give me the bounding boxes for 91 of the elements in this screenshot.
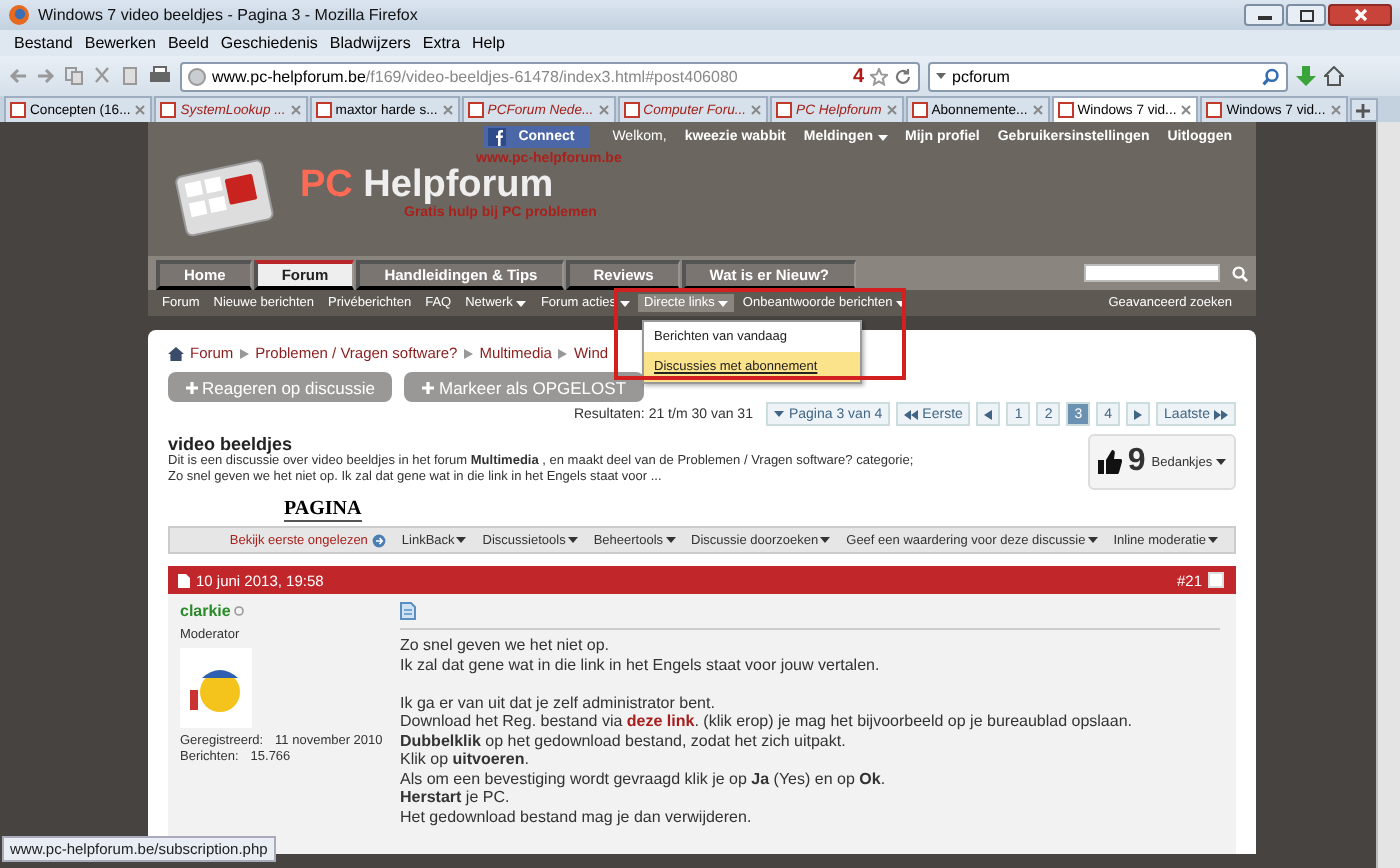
- caret-icon: [820, 536, 831, 544]
- thread-title: video beeldjes: [168, 434, 295, 454]
- plus-icon: [422, 381, 435, 393]
- menu-item[interactable]: Bestand: [8, 34, 79, 52]
- printer-icon[interactable]: [148, 66, 172, 86]
- page-icon: [1206, 102, 1223, 118]
- post-text: Herstart je PC.: [400, 788, 512, 807]
- download-icon[interactable]: [1296, 65, 1316, 87]
- page-icon: [10, 102, 26, 118]
- page-icon: [623, 102, 640, 118]
- home-icon[interactable]: [1324, 66, 1344, 86]
- next-page-button[interactable]: [1126, 402, 1151, 426]
- counter-text: 4: [852, 65, 864, 87]
- plus-icon: [1356, 103, 1371, 117]
- arrow-icon: [239, 347, 250, 359]
- star-icon[interactable]: [870, 67, 888, 85]
- plus-icon: [186, 381, 198, 393]
- post-text: Ik ga er van uit dat je zelf administrator bent.: [400, 693, 717, 712]
- arrow-icon: [1134, 409, 1143, 419]
- post-text: Zo snel geven we het niet op.: [400, 636, 612, 655]
- double-arrow-icon: [1214, 409, 1228, 419]
- thumbs-up-icon: [1097, 450, 1122, 474]
- search-icon[interactable]: [1262, 67, 1280, 85]
- post-text: Ik zal dat gene wat in die link in het Engels staat voor jouw vertalen.: [400, 655, 882, 674]
- caret-icon: [936, 72, 946, 80]
- cut-icon[interactable]: [92, 66, 112, 86]
- close-icon: [1353, 8, 1367, 22]
- close-icon[interactable]: [885, 104, 898, 116]
- new-tab-button[interactable]: [1349, 98, 1378, 122]
- user-name[interactable]: clarkie: [180, 602, 231, 620]
- menu-item[interactable]: Beeld: [161, 34, 215, 52]
- close-icon[interactable]: [1031, 104, 1044, 116]
- close-icon[interactable]: [441, 104, 454, 116]
- maximize-icon: [1299, 9, 1313, 21]
- close-icon[interactable]: [597, 104, 610, 116]
- close-button[interactable]: [1328, 4, 1392, 26]
- menu-item[interactable]: Bladwijzers: [323, 34, 417, 52]
- caret-icon: [774, 410, 785, 418]
- caret-icon: [1087, 536, 1098, 544]
- page-icon: [467, 102, 484, 118]
- double-arrow-icon: [904, 409, 919, 419]
- minimize-button[interactable]: [1244, 4, 1284, 26]
- checkbox-icon[interactable]: [1208, 572, 1224, 588]
- home-icon[interactable]: [168, 345, 184, 361]
- post-text: Download het Reg. bestand via deze link. (klik erop) je mag het bijvoorbeeld op je bureaublad opslaan.: [400, 712, 1135, 731]
- maximize-button[interactable]: [1286, 4, 1326, 26]
- forward-icon[interactable]: [36, 66, 56, 86]
- close-icon[interactable]: [750, 104, 763, 116]
- site-logo-text: PC Helpforum: [300, 166, 554, 206]
- document-icon: [400, 602, 416, 620]
- window-title: Windows 7 video beeldjes - Pagina 3 - Mozilla Firefox: [38, 6, 420, 24]
- post-text: Als om een bevestiging wordt gevraagd klik je op Ja (Yes) en op Ok.: [400, 769, 888, 788]
- caret-icon: [1208, 536, 1218, 544]
- arrow-circle-icon: [371, 533, 386, 547]
- page-icon: [1057, 102, 1074, 118]
- post-text: Dubbelklik op het gedownload bestand, zodat het zich uitpakt.: [400, 731, 848, 750]
- menu-item[interactable]: Geschiedenis: [214, 34, 324, 52]
- menu-item[interactable]: Bewerken: [78, 34, 162, 52]
- caret-icon: [567, 536, 578, 544]
- page-icon: [911, 102, 928, 118]
- page-icon: [315, 102, 332, 118]
- f-logo-icon: [488, 128, 507, 146]
- menu-item[interactable]: Help: [466, 34, 511, 52]
- copy-icon[interactable]: [64, 66, 84, 86]
- close-icon[interactable]: [1329, 104, 1342, 116]
- back-icon[interactable]: [8, 66, 28, 86]
- post-text: Het gedownload bestand mag je dan verwijderen.: [400, 807, 754, 826]
- caret-icon: [665, 536, 676, 544]
- close-icon[interactable]: [134, 104, 147, 116]
- page-icon: [776, 102, 793, 118]
- page-icon: [160, 102, 177, 118]
- previous-page-button[interactable]: [976, 402, 1001, 426]
- caret-icon: [456, 536, 467, 544]
- arrow-icon: [557, 347, 568, 359]
- post-link[interactable]: deze link: [626, 712, 695, 730]
- menu-item[interactable]: Extra: [416, 34, 467, 52]
- caret-icon: [1216, 458, 1227, 466]
- arrow-icon: [984, 409, 993, 419]
- arrow-icon: [463, 347, 474, 359]
- banner-text: PAGINA: [284, 500, 362, 522]
- document-icon: [178, 573, 190, 587]
- paste-icon[interactable]: [120, 66, 140, 86]
- close-icon[interactable]: [1180, 104, 1193, 116]
- post-text: Klik op uitvoeren.: [400, 750, 531, 769]
- address-bar[interactable]: www.pc-helpforum.be/f169/video-beeldjes-61478/index3.html#post406080 4: [180, 61, 920, 91]
- minimize-icon: [1257, 10, 1271, 20]
- close-icon[interactable]: [289, 104, 302, 116]
- scrollbar[interactable]: [1376, 122, 1400, 868]
- search-field[interactable]: [1084, 264, 1220, 282]
- reload-icon[interactable]: [894, 67, 912, 85]
- search-field[interactable]: pcforum: [928, 61, 1288, 91]
